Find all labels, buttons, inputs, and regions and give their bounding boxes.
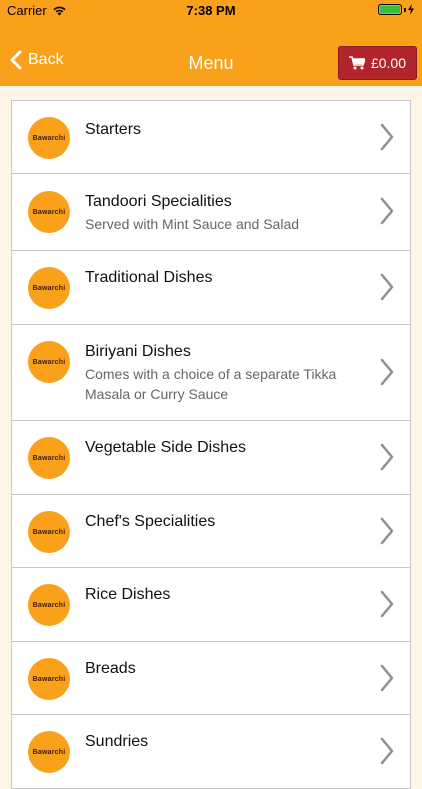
- menu-category-row[interactable]: Bawarchi Vegetable Side Dishes: [11, 421, 411, 495]
- menu-category-title: Rice Dishes: [85, 586, 171, 603]
- cart-icon: [348, 56, 365, 70]
- logo-text: Bawarchi: [32, 601, 66, 609]
- menu-category-text: Tandoori Specialities Served with Mint Sa…: [85, 192, 366, 234]
- restaurant-logo: Bawarchi: [28, 341, 70, 383]
- menu-category-title: Tandoori Specialities: [85, 193, 232, 210]
- menu-category-title: Traditional Dishes: [85, 269, 213, 286]
- logo-text: Bawarchi: [32, 284, 66, 292]
- logo-text: Bawarchi: [32, 454, 66, 462]
- restaurant-logo: Bawarchi: [28, 658, 70, 700]
- menu-category-text: Biriyani Dishes Comes with a choice of a …: [85, 342, 366, 404]
- menu-category-text: Breads: [85, 659, 366, 679]
- menu-category-list: Bawarchi Starters Bawarchi Tandoori Special…: [11, 100, 411, 789]
- status-bar: Carrier 7:38 PM: [0, 0, 422, 20]
- menu-category-text: Sundries: [85, 732, 366, 752]
- menu-category-row[interactable]: Bawarchi Biriyani Dishes Comes with a choi…: [11, 325, 411, 421]
- restaurant-logo: Bawarchi: [28, 117, 70, 159]
- menu-category-title: Starters: [85, 121, 142, 138]
- menu-category-title: Biriyani Dishes: [85, 343, 191, 360]
- menu-category-row[interactable]: Bawarchi Tandoori Specialities Served with…: [11, 174, 411, 251]
- menu-category-text: Chef's Specialities: [85, 512, 366, 532]
- chevron-right-icon: [380, 517, 394, 545]
- menu-category-row[interactable]: Bawarchi Traditional Dishes: [11, 251, 411, 325]
- menu-category-text: Vegetable Side Dishes: [85, 438, 366, 458]
- nav-bar: Back Menu £0.00: [0, 20, 422, 86]
- restaurant-logo: Bawarchi: [28, 191, 70, 233]
- chevron-right-icon: [380, 737, 394, 765]
- restaurant-logo: Bawarchi: [28, 267, 70, 309]
- menu-category-text: Rice Dishes: [85, 585, 366, 605]
- menu-category-text: Traditional Dishes: [85, 268, 366, 288]
- menu-category-row[interactable]: Bawarchi Rice Dishes: [11, 568, 411, 642]
- chevron-right-icon: [380, 358, 394, 386]
- menu-category-row[interactable]: Bawarchi Sundries: [11, 715, 411, 789]
- menu-category-text: Starters: [85, 120, 366, 140]
- logo-text: Bawarchi: [32, 358, 66, 366]
- cart-button[interactable]: £0.00: [338, 46, 417, 80]
- chevron-right-icon: [380, 123, 394, 151]
- cart-total: £0.00: [370, 55, 407, 71]
- restaurant-logo: Bawarchi: [28, 437, 70, 479]
- menu-category-title: Vegetable Side Dishes: [85, 439, 246, 456]
- logo-text: Bawarchi: [32, 134, 66, 142]
- chevron-right-icon: [380, 664, 394, 692]
- chevron-right-icon: [380, 197, 394, 225]
- status-time: 7:38 PM: [186, 3, 236, 18]
- battery-icon: [378, 4, 414, 15]
- menu-category-title: Breads: [85, 660, 136, 677]
- menu-category-row[interactable]: Bawarchi Starters: [11, 100, 411, 174]
- restaurant-logo: Bawarchi: [28, 511, 70, 553]
- restaurant-logo: Bawarchi: [28, 584, 70, 626]
- menu-category-row[interactable]: Bawarchi Chef's Specialities: [11, 495, 411, 568]
- chevron-right-icon: [380, 443, 394, 471]
- menu-category-row[interactable]: Bawarchi Breads: [11, 642, 411, 715]
- logo-text: Bawarchi: [32, 675, 66, 683]
- chevron-right-icon: [380, 590, 394, 618]
- charging-bolt-icon: [408, 4, 414, 15]
- menu-category-subtitle: Comes with a choice of a separate Tikka …: [85, 366, 337, 402]
- menu-category-subtitle: Served with Mint Sauce and Salad: [85, 216, 300, 232]
- menu-category-title: Sundries: [85, 733, 149, 750]
- logo-text: Bawarchi: [32, 528, 66, 536]
- chevron-right-icon: [380, 273, 394, 301]
- menu-category-title: Chef's Specialities: [85, 513, 216, 530]
- logo-text: Bawarchi: [32, 208, 66, 216]
- restaurant-logo: Bawarchi: [28, 731, 70, 773]
